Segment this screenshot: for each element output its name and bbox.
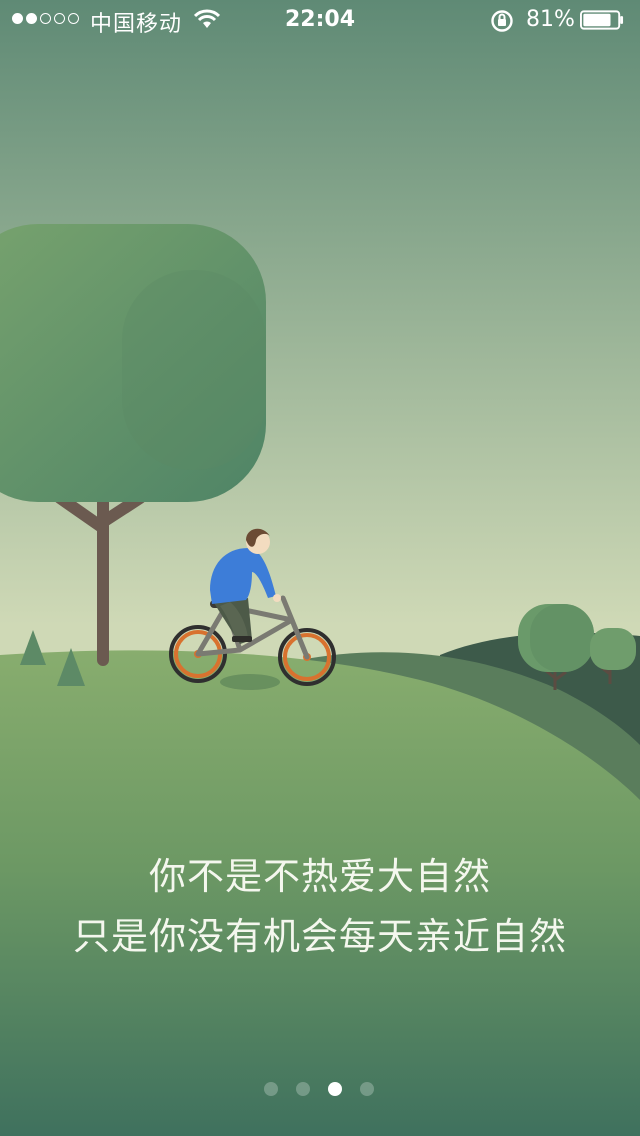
battery-icon <box>580 10 624 30</box>
onboarding-illustration <box>0 0 640 1136</box>
battery-percentage: 81% <box>526 7 575 32</box>
onboarding-caption-line-2: 只是你没有机会每天亲近自然 <box>73 915 567 958</box>
page-indicator <box>264 1082 374 1096</box>
page-dot[interactable] <box>296 1082 310 1096</box>
page-dot[interactable] <box>328 1082 342 1096</box>
onboarding-caption-line-1: 你不是不热爱大自然 <box>149 855 491 898</box>
status-bar: 中国移动 22:04 81% <box>0 0 640 40</box>
page-dot[interactable] <box>360 1082 374 1096</box>
rotation-lock-icon <box>491 10 513 32</box>
page-dot[interactable] <box>264 1082 278 1096</box>
bike-shadow <box>220 674 280 690</box>
